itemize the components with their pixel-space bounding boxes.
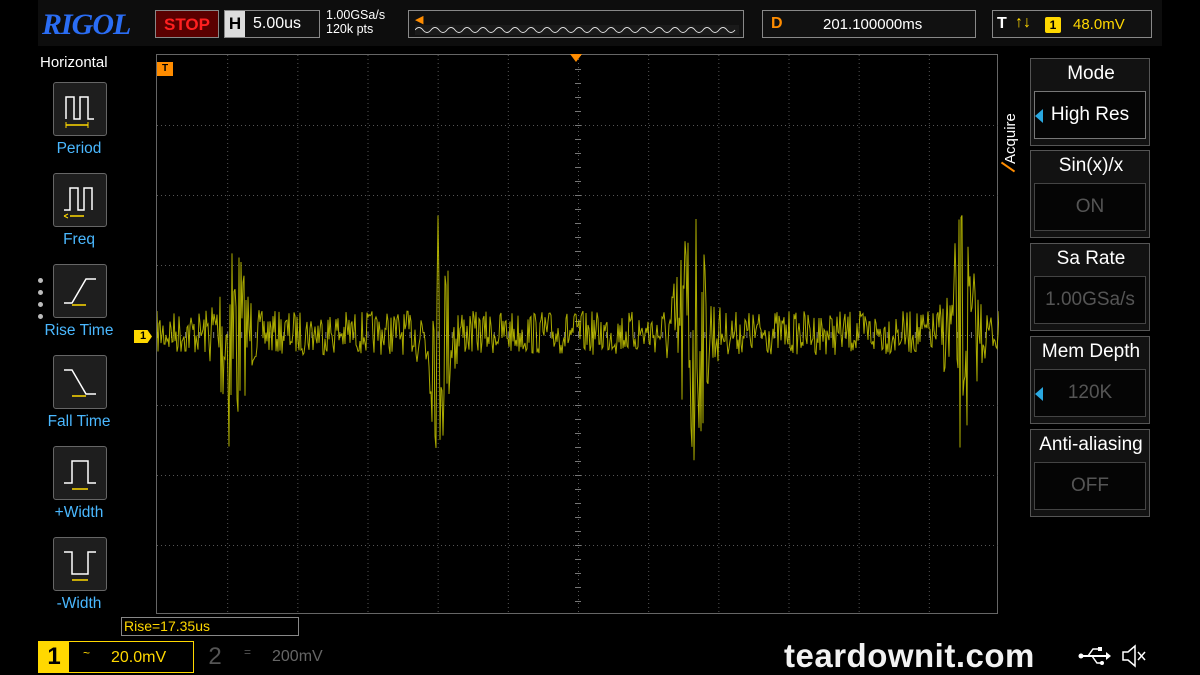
- acquire-mode-value: High Res: [1034, 91, 1146, 139]
- ch2-status[interactable]: 2 = 200mV: [200, 641, 365, 673]
- measure-freq-label: Freq: [63, 231, 95, 248]
- trigger-point-arrow-icon: [570, 54, 582, 62]
- anti-aliasing-softkey[interactable]: Anti-aliasing OFF: [1030, 429, 1150, 517]
- menu-page-indicator: [38, 278, 46, 328]
- menu-title: Horizontal: [40, 54, 108, 71]
- acquire-tab-label: Acquire: [1002, 113, 1019, 164]
- usb-icon: [1078, 647, 1111, 665]
- measure-freq-button[interactable]: Freq: [38, 173, 120, 261]
- sinx-title: Sin(x)/x: [1058, 155, 1124, 176]
- acquire-mode-title: Mode: [1067, 63, 1115, 84]
- horizontal-timebase[interactable]: H 5.00us: [224, 10, 320, 38]
- waveform-display[interactable]: [156, 54, 999, 614]
- measure-pos-width-label: +Width: [54, 504, 104, 521]
- ch2-scale: 200mV: [272, 648, 323, 665]
- ch1-scale: 20.0mV: [111, 649, 167, 666]
- pos-width-icon: [53, 446, 107, 500]
- trigger-readout[interactable]: T ↑↓ 1 48.0mV: [992, 10, 1152, 38]
- measure-rise-time-label: Rise Time: [44, 322, 114, 339]
- ch2-number: 2: [208, 643, 222, 670]
- letterbox-right: [1162, 0, 1200, 675]
- fall-time-icon: [53, 355, 107, 409]
- rise-time-icon: [53, 264, 107, 318]
- status-bar: RIGOL STOP H 5.00us 1.00GSa/s 120k pts ◀…: [38, 0, 1162, 46]
- freq-icon: [53, 173, 107, 227]
- brand-logo: RIGOL: [42, 8, 131, 41]
- ac-coupling-icon: ~: [83, 646, 91, 660]
- trigger-label: T: [997, 15, 1007, 32]
- mem-depth-title: Mem Depth: [1041, 341, 1141, 362]
- watermark-text: teardownit.com: [784, 637, 1035, 674]
- horizontal-label: H: [225, 11, 245, 37]
- select-arrow-icon: [1035, 387, 1043, 401]
- neg-width-icon: [53, 537, 107, 591]
- sample-rate: 1.00GSa/s: [326, 8, 386, 22]
- memory-overview-bar[interactable]: ◀: [408, 10, 744, 38]
- trigger-channel-badge: 1: [1045, 17, 1061, 33]
- measure-pos-width-button[interactable]: +Width: [38, 446, 120, 534]
- sinx-value: ON: [1034, 183, 1146, 231]
- mem-depth-softkey[interactable]: Mem Depth 120K: [1030, 336, 1150, 424]
- measure-fall-time-label: Fall Time: [47, 413, 111, 430]
- memory-points: 120k pts: [326, 22, 374, 36]
- measure-neg-width-label: -Width: [56, 595, 102, 612]
- delay-label: D: [771, 15, 783, 32]
- acquire-mode-softkey[interactable]: Mode High Res: [1030, 58, 1150, 146]
- measurement-readout: Rise=17.35us: [121, 617, 299, 636]
- letterbox-left: [0, 0, 38, 675]
- trigger-position-marker[interactable]: T: [157, 62, 173, 76]
- ch1-status[interactable]: 1 ~ 20.0mV: [38, 641, 194, 673]
- sinx-softkey[interactable]: Sin(x)/x ON: [1030, 150, 1150, 238]
- sample-info: 1.00GSa/s 120k pts: [326, 8, 385, 36]
- ch1-number: 1: [39, 642, 69, 672]
- delay-readout[interactable]: D 201.100000ms: [762, 10, 976, 38]
- sa-rate-title: Sa Rate: [1056, 248, 1126, 269]
- select-arrow-icon: [1035, 109, 1043, 123]
- acquire-tab: Acquire: [1002, 74, 1022, 194]
- trigger-level-value: 48.0mV: [1073, 16, 1125, 33]
- anti-aliasing-title: Anti-aliasing: [1039, 434, 1143, 455]
- measure-rise-time-button[interactable]: Rise Time: [38, 264, 120, 352]
- channel-bar: 1 ~ 20.0mV 2 = 200mV teardownit.com: [38, 637, 1162, 675]
- run-stop-indicator[interactable]: STOP: [155, 10, 219, 38]
- measure-period-button[interactable]: Period: [38, 82, 120, 170]
- sa-rate-value: 1.00GSa/s: [1034, 276, 1146, 324]
- period-icon: [53, 82, 107, 136]
- timebase-value: 5.00us: [253, 15, 302, 32]
- ch1-waveform-trace: [157, 215, 999, 461]
- horizontal-measure-menu: Horizontal Period Freq Rise Time Fall Ti…: [38, 46, 120, 614]
- sa-rate-softkey[interactable]: Sa Rate 1.00GSa/s: [1030, 243, 1150, 331]
- anti-aliasing-value: OFF: [1034, 462, 1146, 510]
- mem-depth-value: 120K: [1034, 369, 1146, 417]
- dc-coupling-icon: =: [244, 645, 252, 659]
- trigger-edge-icon: ↑↓: [1015, 14, 1031, 31]
- acquire-menu: Acquire Mode High Res Sin(x)/x ON Sa Rat…: [1002, 54, 1154, 614]
- measure-fall-time-button[interactable]: Fall Time: [38, 355, 120, 443]
- speaker-mute-icon[interactable]: [1120, 643, 1148, 669]
- delay-value: 201.100000ms: [823, 16, 923, 33]
- measure-period-label: Period: [56, 140, 102, 157]
- measure-neg-width-button[interactable]: -Width: [38, 537, 120, 625]
- ch1-offset-marker[interactable]: 1: [134, 330, 152, 343]
- memory-wave-icon: [415, 25, 739, 35]
